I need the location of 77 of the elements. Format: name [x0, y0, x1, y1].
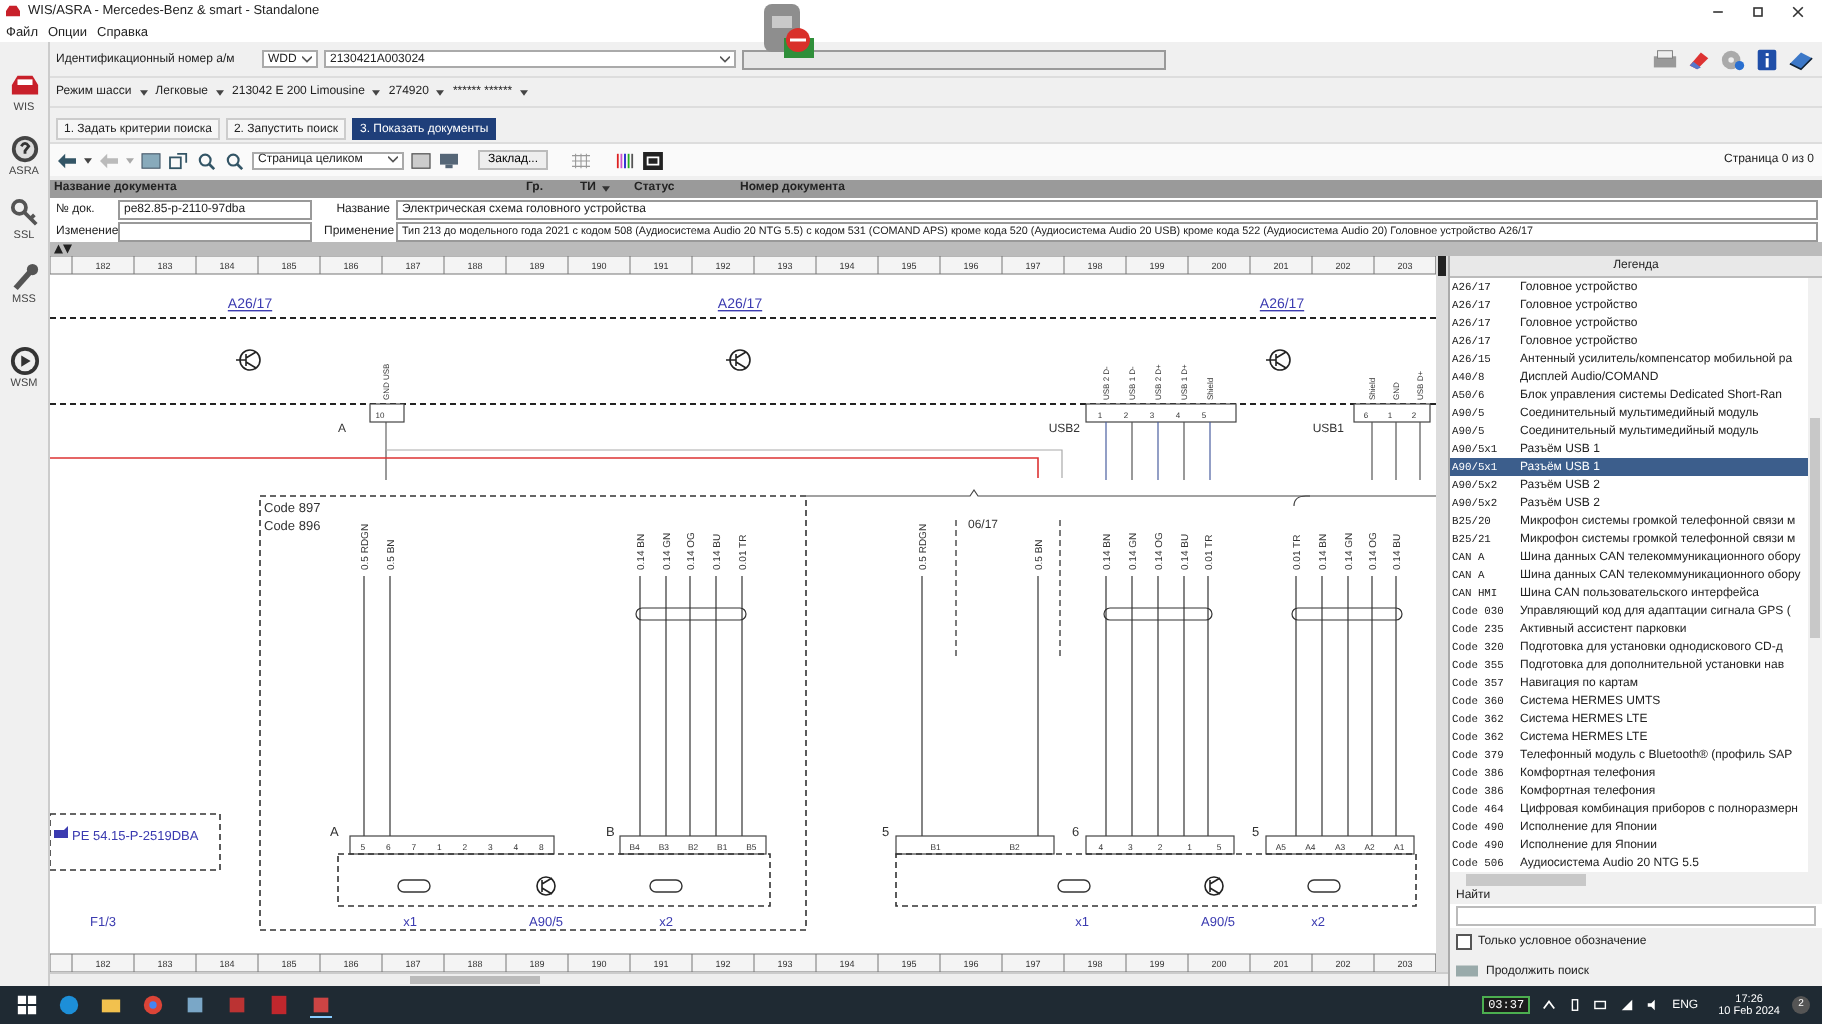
- wire-line: [1209, 421, 1211, 481]
- caret-icon[interactable]: [520, 89, 529, 95]
- zoom-area-icon[interactable]: [168, 151, 190, 169]
- info-icon[interactable]: [1754, 47, 1780, 71]
- windows-start-icon[interactable]: [16, 994, 38, 1016]
- wire-line: [1105, 421, 1107, 481]
- car-icon[interactable]: [9, 70, 39, 100]
- caret-icon[interactable]: [372, 89, 381, 95]
- ground-symbol-icon: [1265, 349, 1291, 371]
- zoom-out-icon[interactable]: [224, 151, 246, 169]
- play-icon[interactable]: [9, 346, 39, 376]
- key-icon[interactable]: [9, 198, 39, 228]
- wire-line: [1131, 421, 1133, 481]
- connector-housing: [1353, 403, 1431, 423]
- splitter-arrows-icon[interactable]: [54, 244, 72, 254]
- zoom-in-icon[interactable]: [196, 151, 218, 169]
- reference-marker-lines: [955, 519, 1061, 657]
- connector-housing: [369, 403, 405, 423]
- ground-symbol-icon: [235, 349, 261, 371]
- caret-icon[interactable]: [720, 55, 730, 63]
- help-icon[interactable]: [9, 134, 39, 164]
- edge-browser-icon[interactable]: [58, 994, 80, 1016]
- usb-socket-icon: [649, 879, 683, 893]
- maximize-icon[interactable]: [1750, 3, 1766, 19]
- folder-icon[interactable]: [100, 994, 122, 1016]
- wire-line: [1395, 421, 1397, 481]
- caret-icon[interactable]: [139, 89, 148, 95]
- fit-page-icon[interactable]: [642, 151, 664, 169]
- wrench-icon[interactable]: [9, 262, 39, 292]
- page-icon[interactable]: [140, 151, 162, 169]
- window-icon[interactable]: [410, 151, 432, 169]
- usb-socket-icon: [1057, 879, 1091, 893]
- app-icon[interactable]: [184, 994, 206, 1016]
- search-field[interactable]: [1456, 906, 1816, 926]
- sort-caret-icon[interactable]: [602, 186, 610, 192]
- wire-line: [1157, 421, 1159, 481]
- caret-icon[interactable]: [436, 89, 445, 95]
- wire-line: [1419, 421, 1421, 481]
- eraser-icon[interactable]: [1686, 47, 1712, 71]
- pointing-hand-icon: [54, 826, 68, 838]
- grid-icon[interactable]: [570, 151, 592, 169]
- twisted-pair-marker: [1291, 607, 1403, 621]
- usb-socket-icon: [1307, 879, 1341, 893]
- caret-icon[interactable]: [388, 156, 398, 164]
- printer-icon[interactable]: [1652, 47, 1678, 71]
- caret-icon[interactable]: [302, 55, 312, 63]
- chrome-browser-icon[interactable]: [142, 994, 164, 1016]
- close-icon[interactable]: [1790, 3, 1806, 19]
- car-icon: [4, 4, 22, 18]
- chevron-up-icon[interactable]: [1542, 998, 1557, 1012]
- back-arrow-icon[interactable]: [56, 151, 78, 169]
- horizontal-scrollbar[interactable]: [1450, 872, 1822, 888]
- battery-icon[interactable]: [1594, 998, 1609, 1012]
- twisted-pair-marker: [1103, 607, 1213, 621]
- ground-symbol-icon: [1204, 876, 1224, 896]
- book-icon[interactable]: [1788, 47, 1814, 71]
- ground-symbol-icon: [725, 349, 751, 371]
- disc-icon[interactable]: [1720, 47, 1746, 71]
- wire-line: [1183, 421, 1185, 481]
- monitor-icon[interactable]: [438, 151, 460, 169]
- change-field[interactable]: [118, 221, 312, 241]
- app-icon[interactable]: [310, 993, 332, 1017]
- pdf-icon[interactable]: [268, 994, 290, 1016]
- caret-icon[interactable]: [216, 89, 225, 95]
- twisted-pair-marker: [635, 607, 747, 621]
- caret-icon[interactable]: [84, 157, 92, 163]
- vertical-scrollbar[interactable]: [1436, 256, 1448, 972]
- color-bars-icon[interactable]: [614, 151, 636, 169]
- usb-icon[interactable]: [1568, 998, 1583, 1012]
- signal-icon[interactable]: [1620, 998, 1635, 1012]
- checkbox[interactable]: [1456, 934, 1472, 950]
- usb-socket-icon: [397, 879, 431, 893]
- vertical-scrollbar[interactable]: [1808, 278, 1822, 872]
- ground-symbol-icon: [536, 876, 556, 896]
- wire-line: [1371, 421, 1373, 481]
- speaker-icon[interactable]: [1646, 998, 1661, 1012]
- horizontal-scrollbar[interactable]: [50, 972, 1448, 986]
